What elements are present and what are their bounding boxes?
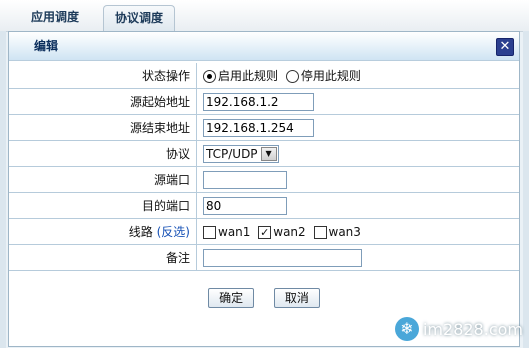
wan3-label: wan3 [328,224,361,239]
wan1-label: wan1 [218,224,251,239]
cancel-button[interactable]: 取消 [273,288,320,308]
row-src-end: 源结束地址 [9,114,519,141]
edit-dialog: 编辑 ✕ 状态操作 启用此规则 停用此规则 源起始地址 源结束地址 协议 TCP… [8,31,520,347]
line-label: 线路 [128,225,153,239]
dialog-title: 编辑 [34,39,59,53]
radio-enable-label: 启用此规则 [218,69,279,83]
note-input[interactable] [203,248,362,267]
close-icon[interactable]: ✕ [496,38,514,56]
status-label: 状态操作 [9,63,197,89]
wan2-label: wan2 [273,224,306,239]
dialog-titlebar: 编辑 ✕ [9,32,519,61]
watermark-text: im2828.com [422,319,523,339]
note-label: 备注 [9,244,197,271]
protocol-label: 协议 [9,140,197,167]
row-line: 线路 (反选) wan1 ✓ wan2 wan3 [9,218,519,245]
checkbox-wan3[interactable] [313,225,327,239]
src-port-input[interactable] [203,170,287,189]
row-src-port: 源端口 [9,166,519,193]
protocol-value: TCP/UDP [206,146,258,161]
src-end-label: 源结束地址 [9,114,197,141]
edit-form: 状态操作 启用此规则 停用此规则 源起始地址 源结束地址 协议 TCP/UDP … [9,63,519,271]
radio-disable-label: 停用此规则 [300,69,361,83]
dst-port-input[interactable] [203,196,287,215]
checkbox-wan1[interactable] [203,225,216,239]
src-port-label: 源端口 [9,166,197,193]
background-right [523,31,529,348]
row-dst-port: 目的端口 [9,192,519,219]
snowflake-icon: ❄ [394,317,419,341]
row-status: 状态操作 启用此规则 停用此规则 [9,63,519,89]
tab-bar: 应用调度 协议调度 [0,0,529,32]
src-end-input[interactable] [203,118,314,137]
row-note: 备注 [9,244,519,271]
protocol-select[interactable]: TCP/UDP ▼ [203,144,279,163]
chevron-down-icon[interactable]: ▼ [260,146,277,161]
watermark: ❄ im2828.com [394,316,523,342]
radio-enable[interactable] [203,70,216,83]
dst-port-label: 目的端口 [9,192,197,219]
checkbox-wan2[interactable]: ✓ [258,225,272,239]
src-start-label: 源起始地址 [9,88,197,115]
button-row: 确定 取消 [9,288,519,308]
src-start-input[interactable] [203,92,314,111]
ok-button[interactable]: 确定 [208,288,255,308]
tab-app-schedule[interactable]: 应用调度 [16,5,94,30]
row-src-start: 源起始地址 [9,88,519,115]
background-left [0,31,6,348]
invert-selection-link[interactable]: (反选) [157,225,190,239]
tab-protocol-schedule[interactable]: 协议调度 [103,5,175,31]
radio-disable[interactable] [285,70,299,83]
row-protocol: 协议 TCP/UDP ▼ [9,140,519,167]
